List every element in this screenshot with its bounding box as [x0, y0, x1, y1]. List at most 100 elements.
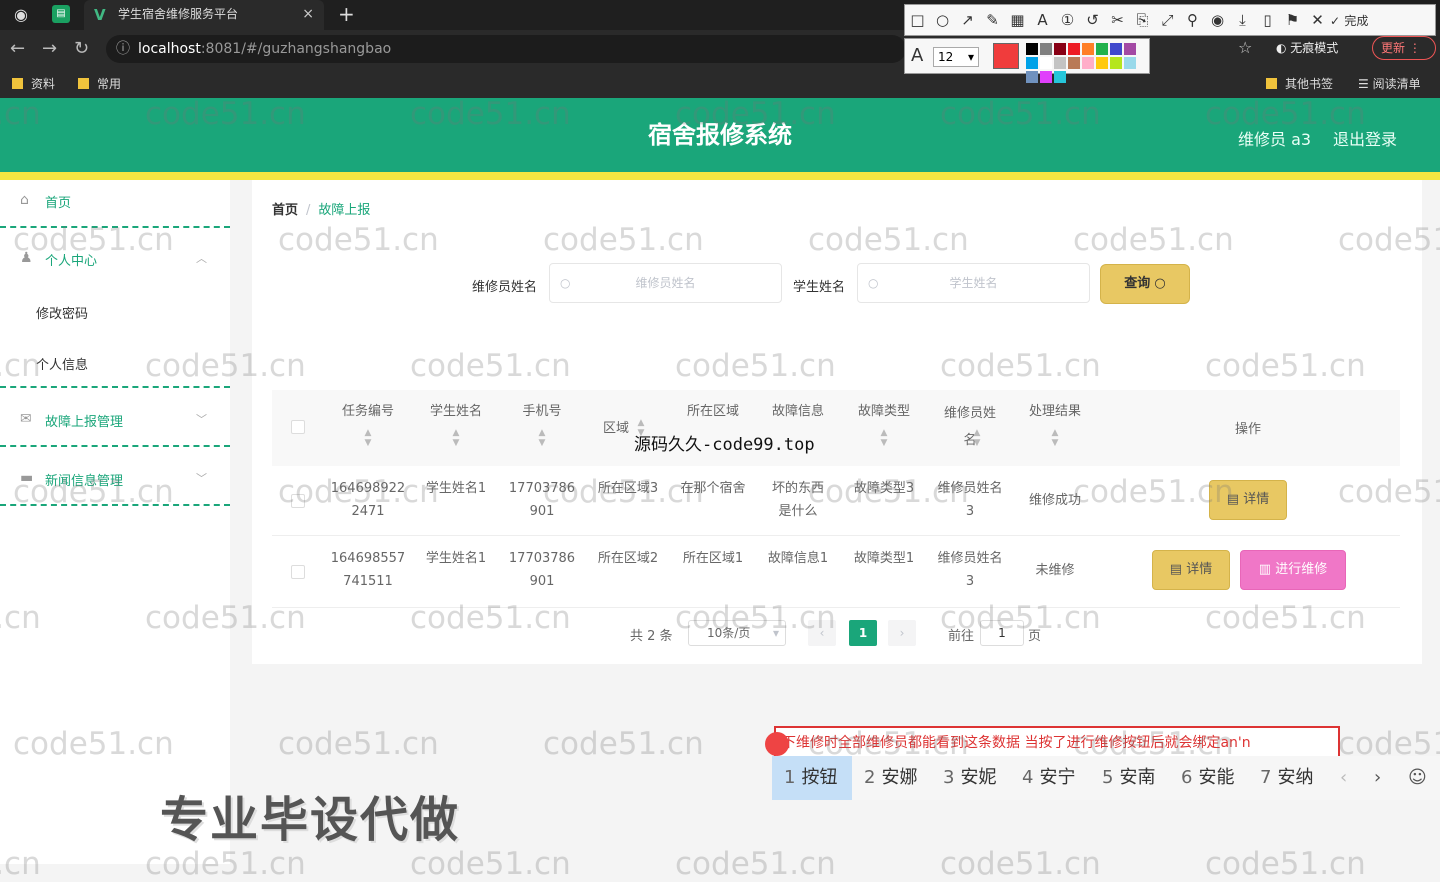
column-header-student[interactable]: 学生姓名 [420, 400, 492, 419]
page-size-select[interactable]: 10条/页 ▾ [688, 620, 786, 646]
column-header-location[interactable]: 所在区域 [676, 400, 750, 419]
url-input[interactable]: ⓘ localhost:8081/#/guzhangshangbao [106, 35, 906, 63]
color-swatch[interactable] [1068, 43, 1080, 55]
font-size-select[interactable]: 12 ▾ [933, 47, 979, 67]
color-swatch[interactable] [1110, 57, 1122, 69]
color-swatch[interactable] [1054, 71, 1066, 83]
bookmark-icon[interactable]: ⚑ [1280, 5, 1305, 35]
color-swatch[interactable] [1082, 43, 1094, 55]
start-repair-button[interactable]: ▥ 进行维修 [1240, 550, 1346, 590]
bookmark-folder[interactable]: 常用 [78, 75, 121, 92]
color-swatch[interactable] [1096, 57, 1108, 69]
reading-list[interactable]: ☰ 阅读清单 [1358, 75, 1421, 92]
ime-candidate[interactable]: 6 安能 [1181, 756, 1234, 800]
text-icon[interactable]: A [1030, 5, 1055, 35]
pin-icon[interactable]: ⚲ [1180, 5, 1205, 35]
done-button[interactable]: ✓ 完成 [1330, 6, 1369, 36]
color-swatch[interactable] [1054, 57, 1066, 69]
query-button[interactable]: 查询 ○ [1100, 264, 1190, 304]
column-header-task-id[interactable]: 任务编号 [330, 400, 406, 419]
color-swatch[interactable] [1110, 43, 1122, 55]
other-bookmarks[interactable]: 其他书签 [1266, 75, 1333, 92]
sort-icon[interactable]: ▲ ▼ [970, 428, 984, 448]
fullscreen-icon[interactable]: ⤢ [1155, 5, 1180, 35]
color-swatch[interactable] [1040, 71, 1052, 83]
color-swatch[interactable] [1026, 43, 1038, 55]
color-swatch[interactable] [1082, 57, 1094, 69]
update-button[interactable]: 更新 ⋮ [1372, 36, 1436, 60]
column-header-area[interactable]: 区域 [596, 417, 636, 436]
color-swatch[interactable] [1096, 43, 1108, 55]
back-arrow-icon[interactable]: ← [10, 38, 25, 59]
column-header-fault-info[interactable]: 故障信息 [762, 400, 834, 419]
sort-icon[interactable]: ▲ ▼ [1020, 428, 1090, 448]
phone-icon[interactable]: ▯ [1255, 5, 1280, 35]
column-header-phone[interactable]: 手机号 [506, 400, 578, 419]
number-icon[interactable]: ① [1055, 5, 1080, 35]
ime-candidate[interactable]: 4 安宁 [1022, 756, 1075, 800]
ime-candidate[interactable]: 1 按钮 [772, 756, 852, 800]
detail-button[interactable]: ▤ 详情 [1152, 550, 1230, 590]
color-swatch[interactable] [1068, 57, 1080, 69]
pen-icon[interactable]: ✎ [980, 5, 1005, 35]
color-swatch[interactable] [1040, 43, 1052, 55]
undo-icon[interactable]: ↺ [1080, 5, 1105, 35]
color-swatch[interactable] [1124, 57, 1136, 69]
student-name-input[interactable]: ○ 学生姓名 [857, 263, 1090, 303]
scissors-icon[interactable]: ✂ [1105, 5, 1130, 35]
page-number[interactable]: 1 [849, 620, 877, 646]
browser-tab[interactable]: V 学生宿舍维修服务平台 × [84, 0, 324, 30]
browser-globe-icon[interactable]: ◉ [14, 5, 28, 24]
prev-page-button[interactable]: ‹ [808, 620, 836, 646]
bookmark-star-icon[interactable]: ☆ [1238, 38, 1252, 57]
sort-icon[interactable]: ▲ ▼ [848, 428, 920, 448]
sort-icon[interactable]: ▲ ▼ [420, 428, 492, 448]
arrow-icon[interactable]: ↗ [955, 5, 980, 35]
reload-icon[interactable]: ↻ [74, 38, 89, 59]
select-all-checkbox[interactable] [291, 420, 305, 434]
rectangle-icon[interactable]: □ [905, 5, 930, 35]
ime-candidate[interactable]: 7 安纳 [1260, 756, 1313, 800]
color-swatch[interactable] [1040, 57, 1052, 69]
goto-page-input[interactable]: 1 [980, 620, 1024, 646]
color-swatch[interactable] [1026, 71, 1038, 83]
sort-icon[interactable]: ▲ ▼ [330, 428, 406, 448]
ime-candidate[interactable]: 2 安娜 [864, 756, 917, 800]
forward-arrow-icon[interactable]: → [42, 38, 57, 59]
column-header-fault-type[interactable]: 故障类型 [848, 400, 920, 419]
mosaic-icon[interactable]: ▦ [1005, 5, 1030, 35]
column-header-result[interactable]: 处理结果 [1020, 400, 1090, 419]
cancel-icon[interactable]: ✕ [1305, 5, 1330, 35]
detail-button[interactable]: ▤ 详情 [1209, 480, 1287, 520]
ime-composition-input[interactable]: 下维修时全部维修员都能看到这条数据 当按了进行维修按钮后就会绑定an'n [774, 726, 1340, 760]
ime-candidate[interactable]: 5 安南 [1102, 756, 1155, 800]
incognito-indicator[interactable]: ◐ 无痕模式 [1276, 34, 1338, 62]
ellipse-icon[interactable]: ○ [930, 5, 955, 35]
color-swatch[interactable] [1054, 43, 1066, 55]
bookmarks-bar: 资料 常用 其他书签 ☰ 阅读清单 [0, 68, 1440, 98]
breadcrumb-home[interactable]: 首页 [272, 203, 298, 218]
app-favicon-icon[interactable]: ▤ [52, 5, 70, 23]
ime-prev-icon[interactable]: ‹ [1340, 756, 1347, 800]
row-checkbox[interactable] [291, 565, 305, 579]
tab-close-icon[interactable]: × [302, 0, 314, 28]
next-page-button[interactable]: › [888, 620, 916, 646]
sidebar-item-personal-info[interactable]: 个人信息 [36, 354, 88, 373]
bookmark-folder[interactable]: 资料 [12, 75, 55, 92]
repairman-name-input[interactable]: ○ 维修员姓名 [549, 263, 782, 303]
emoji-icon[interactable]: ☺ [1408, 756, 1427, 800]
new-tab-button[interactable]: + [338, 0, 355, 28]
row-checkbox[interactable] [291, 494, 305, 508]
ime-next-icon[interactable]: › [1374, 756, 1381, 800]
color-swatch[interactable] [1026, 57, 1038, 69]
sidebar-item-change-password[interactable]: 修改密码 [36, 303, 88, 322]
logout-button[interactable]: 退出登录 [1333, 126, 1397, 150]
ocr-icon[interactable]: ⎘ [1130, 5, 1155, 35]
sort-icon[interactable]: ▲ ▼ [506, 428, 578, 448]
site-info-icon[interactable]: ⓘ [116, 35, 130, 63]
download-icon[interactable]: ⤓ [1230, 5, 1255, 35]
color-swatch[interactable] [1124, 43, 1136, 55]
ime-candidate[interactable]: 3 安妮 [943, 756, 996, 800]
record-icon[interactable]: ◉ [1205, 5, 1230, 35]
current-color-swatch[interactable] [993, 43, 1019, 69]
